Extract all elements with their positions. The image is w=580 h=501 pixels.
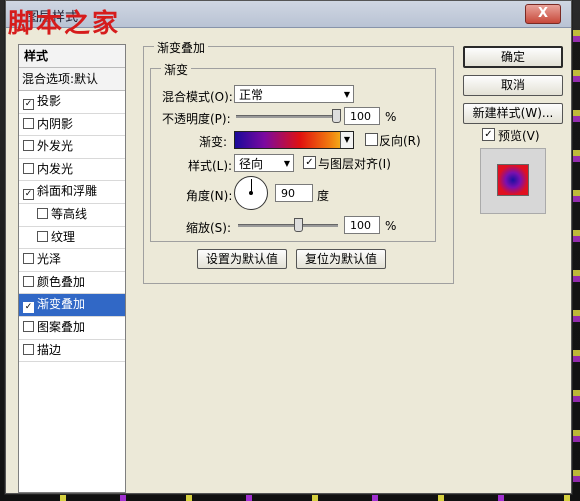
angle-unit: 度 <box>317 189 330 203</box>
gradient-label: 渐变: <box>199 135 228 149</box>
gradient-picker[interactable]: ▼ <box>234 131 354 149</box>
style-item-label: 光泽 <box>37 252 62 267</box>
style-item-checkbox[interactable] <box>23 162 34 174</box>
style-item[interactable]: 纹理 <box>19 227 125 250</box>
title-bar[interactable]: 图层样式 脚本之家 X <box>6 1 571 39</box>
style-item-checkbox[interactable] <box>23 253 34 265</box>
style-item-label: 图案叠加 <box>37 319 86 334</box>
style-item[interactable]: ✓ 斜面和浮雕 <box>19 181 125 204</box>
preview-checkbox[interactable]: ✓ <box>482 128 495 141</box>
blend-options-item[interactable]: 混合选项:默认 <box>19 68 125 91</box>
style-item[interactable]: ✓ 投影 <box>19 91 125 114</box>
style-item-checkbox[interactable]: ✓ <box>23 99 34 110</box>
opacity-label: 不透明度(P): <box>162 112 231 126</box>
style-item[interactable]: 内发光 <box>19 159 125 182</box>
style-item[interactable]: 内阴影 <box>19 114 125 137</box>
align-with-layer-checkbox[interactable]: ✓ <box>303 156 316 169</box>
blend-mode-select[interactable]: 正常 ▼ <box>234 85 354 103</box>
style-item-label: 纹理 <box>51 229 76 244</box>
style-item-checkbox[interactable] <box>23 140 34 152</box>
opacity-slider-thumb[interactable] <box>332 109 341 123</box>
style-item-checkbox[interactable]: ✓ <box>23 189 34 201</box>
style-item-checkbox[interactable]: ✓ <box>23 302 34 314</box>
preview-label: 预览(V) <box>498 129 540 143</box>
styles-header[interactable]: 样式 <box>19 45 125 68</box>
angle-label: 角度(N): <box>186 189 233 203</box>
scale-label: 缩放(S): <box>186 221 232 235</box>
angle-input[interactable]: 90 <box>275 184 313 202</box>
blend-mode-label: 混合模式(O): <box>162 90 233 104</box>
style-item-label: 等高线 <box>51 206 88 221</box>
style-label: 样式(L): <box>188 159 233 173</box>
style-item-checkbox[interactable] <box>37 230 48 242</box>
style-item[interactable]: 颜色叠加 <box>19 272 125 295</box>
opacity-input[interactable]: 100 <box>344 107 380 125</box>
style-item-checkbox[interactable] <box>23 343 34 355</box>
blend-mode-value: 正常 <box>239 88 264 102</box>
angle-dial[interactable] <box>234 176 268 210</box>
style-item-label: 内发光 <box>37 161 74 176</box>
angle-dial-center <box>249 191 253 195</box>
style-preview <box>480 148 546 214</box>
cancel-button[interactable]: 取消 <box>463 75 563 96</box>
scale-slider-track[interactable] <box>238 224 338 227</box>
ok-button[interactable]: 确定 <box>463 46 563 68</box>
reset-default-button[interactable]: 复位为默认值 <box>296 249 386 269</box>
preview-swatch <box>497 164 529 196</box>
align-with-layer-label: 与图层对齐(I) <box>318 157 391 171</box>
set-default-button[interactable]: 设置为默认值 <box>197 249 287 269</box>
opacity-slider-track[interactable] <box>236 115 336 118</box>
style-item-checkbox[interactable] <box>23 117 34 129</box>
style-item-label: 颜色叠加 <box>37 274 86 289</box>
opacity-unit: % <box>385 110 397 124</box>
style-item-label: 渐变叠加 <box>37 297 86 312</box>
close-button[interactable]: X <box>525 4 561 24</box>
style-item-label: 内阴影 <box>37 116 74 131</box>
style-item-checkbox[interactable] <box>23 275 34 287</box>
scale-unit: % <box>385 219 397 233</box>
reverse-label: 反向(R) <box>379 134 421 148</box>
watermark-logo: 脚本之家 <box>8 9 121 39</box>
reverse-checkbox[interactable] <box>365 133 378 146</box>
new-style-button[interactable]: 新建样式(W)... <box>463 103 563 124</box>
style-item[interactable]: 描边 <box>19 340 125 363</box>
style-value: 径向 <box>239 157 264 171</box>
chevron-down-icon: ▼ <box>343 90 350 99</box>
style-item-checkbox[interactable] <box>37 207 48 219</box>
style-item-label: 斜面和浮雕 <box>37 184 98 199</box>
style-item-checkbox[interactable] <box>23 320 34 332</box>
chevron-down-icon[interactable]: ▼ <box>340 132 353 148</box>
styles-list: 样式 混合选项:默认 ✓ 投影 内阴影 外发光 内发光 ✓ 斜面和浮雕 等高线 纹理 光泽 颜色叠加… <box>18 44 126 493</box>
gradient-subgroup-title: 渐变 <box>161 61 192 78</box>
scale-input[interactable]: 100 <box>344 216 380 234</box>
scale-slider-thumb[interactable] <box>294 218 303 232</box>
style-item[interactable]: ✓ 渐变叠加 <box>19 294 125 317</box>
style-items: ✓ 投影 内阴影 外发光 内发光 ✓ 斜面和浮雕 等高线 纹理 光泽 颜色叠加 ✓ 渐变叠加 图案叠加 描边 <box>19 91 125 363</box>
style-item[interactable]: 等高线 <box>19 204 125 227</box>
style-item[interactable]: 图案叠加 <box>19 317 125 340</box>
style-item-label: 投影 <box>37 94 62 108</box>
style-item-label: 外发光 <box>37 139 74 154</box>
style-item[interactable]: 光泽 <box>19 249 125 272</box>
style-item-label: 描边 <box>37 342 62 357</box>
style-select[interactable]: 径向 ▼ <box>234 154 294 172</box>
style-item[interactable]: 外发光 <box>19 136 125 159</box>
chevron-down-icon: ▼ <box>283 159 290 168</box>
gradient-overlay-title: 渐变叠加 <box>154 39 209 56</box>
